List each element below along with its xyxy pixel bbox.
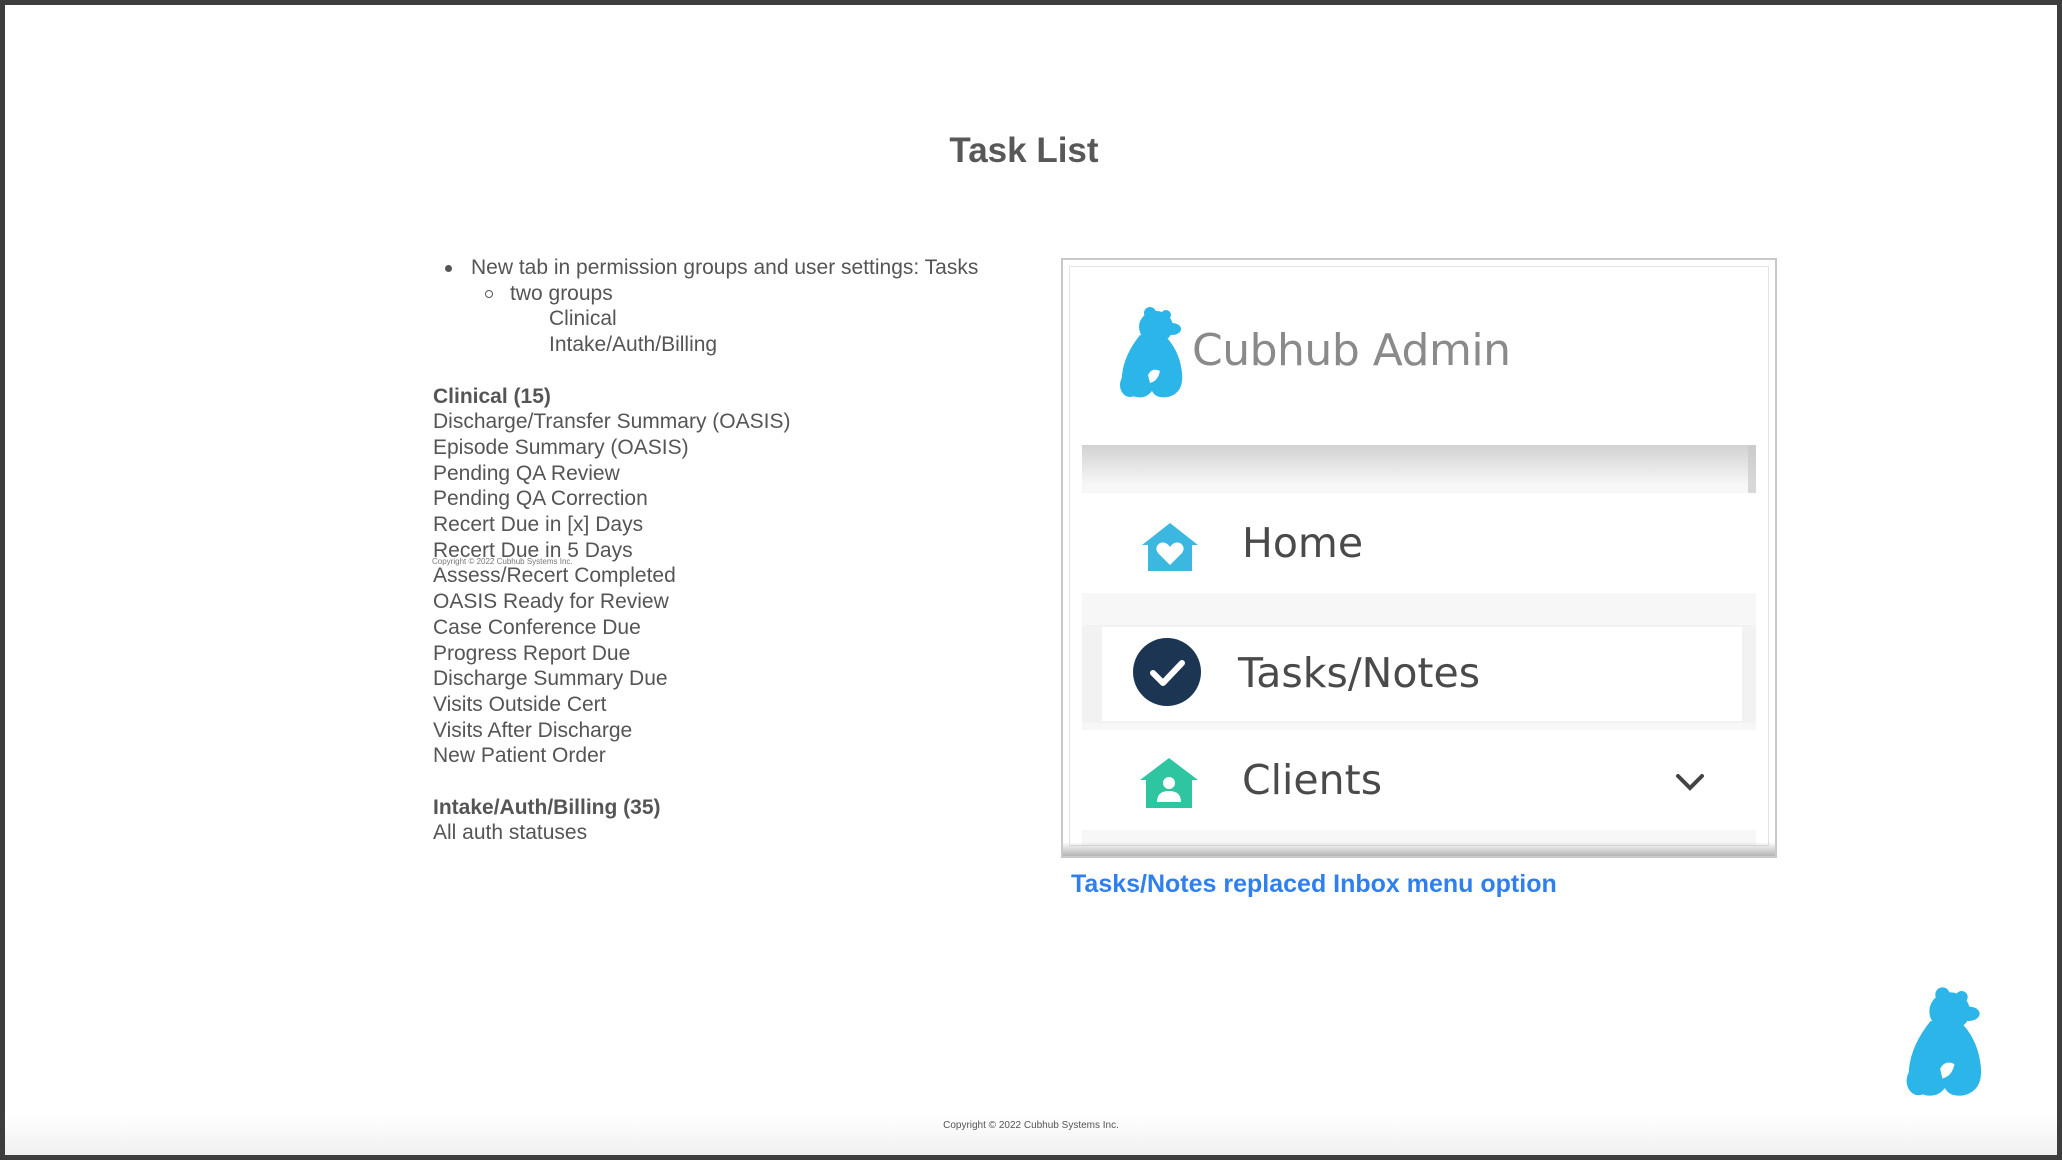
- cubhub-bear-logo-icon: [1120, 307, 1183, 398]
- task-list-text: New tab in permission groups and user se…: [433, 255, 1033, 846]
- clinical-item: New Patient Order: [433, 744, 606, 768]
- home-person-icon: [1140, 758, 1198, 808]
- clinical-item: Recert Due in [x] Days: [433, 513, 644, 537]
- slide-title: Task List: [949, 131, 1099, 170]
- menu-label-clients: Clients: [1242, 756, 1383, 804]
- clinical-item: Progress Report Due: [433, 641, 631, 665]
- clinical-item: Case Conference Due: [433, 615, 641, 639]
- menu-item-clients[interactable]: Clients: [1082, 730, 1756, 830]
- menu-label-tasks-notes: Tasks/Notes: [1238, 649, 1481, 697]
- menu-label-home: Home: [1242, 519, 1364, 567]
- screenshot-bottom-shadow: [1063, 842, 1775, 856]
- clinical-item: OASIS Ready for Review: [433, 590, 669, 614]
- side-menu: Home Tasks/Notes Clients: [1082, 445, 1756, 845]
- home-heart-icon: [1142, 523, 1198, 571]
- bullet-dot: [445, 265, 452, 272]
- screenshot-caption: Tasks/Notes replaced Inbox menu option: [1071, 870, 1557, 898]
- menu-item-home[interactable]: Home: [1082, 493, 1756, 593]
- clinical-item: Visits After Discharge: [433, 718, 633, 742]
- intake-item: All auth statuses: [433, 821, 588, 845]
- screenshot-inner: Cubhub Admin Home Tasks/Notes Clients: [1069, 266, 1769, 846]
- group-intake: Intake/Auth/Billing: [549, 333, 718, 357]
- bullet-text: New tab in permission groups and user se…: [471, 256, 979, 279]
- clinical-item: Pending QA Correction: [433, 487, 648, 511]
- check-circle-icon: [1133, 638, 1201, 706]
- header-shadow: [1082, 445, 1756, 485]
- footer-copyright: Copyright © 2022 Cubhub Systems Inc.: [943, 1120, 1119, 1131]
- clinical-heading: Clinical (15): [433, 384, 551, 408]
- sub-bullet-ring: [485, 289, 493, 298]
- inline-copyright: Copyright © 2022 Cubhub Systems Inc.: [432, 557, 573, 566]
- clinical-item: Episode Summary (OASIS): [433, 435, 689, 459]
- chevron-down-icon[interactable]: [1674, 772, 1706, 794]
- menu-item-tasks-notes[interactable]: Tasks/Notes: [1082, 625, 1756, 723]
- cubhub-corner-logo-icon: [1906, 987, 1982, 1096]
- clinical-item: Visits Outside Cert: [433, 692, 607, 716]
- clinical-item: Pending QA Review: [433, 461, 620, 485]
- clinical-item: Assess/Recert Completed: [433, 564, 676, 588]
- intake-heading: Intake/Auth/Billing (35): [433, 795, 661, 819]
- sub-bullet-text: two groups: [510, 281, 613, 305]
- bullet-item: New tab in permission groups and user se…: [433, 255, 1033, 281]
- admin-app-title: Cubhub Admin: [1192, 325, 1511, 376]
- admin-header: Cubhub Admin: [1070, 267, 1768, 445]
- clinical-item: Discharge Summary Due: [433, 667, 668, 691]
- menu-screenshot: Cubhub Admin Home Tasks/Notes Clients: [1061, 258, 1777, 858]
- clinical-item: Discharge/Transfer Summary (OASIS): [433, 410, 791, 434]
- sub-bullet-item: two groups: [433, 281, 1033, 307]
- group-clinical: Clinical: [549, 307, 617, 331]
